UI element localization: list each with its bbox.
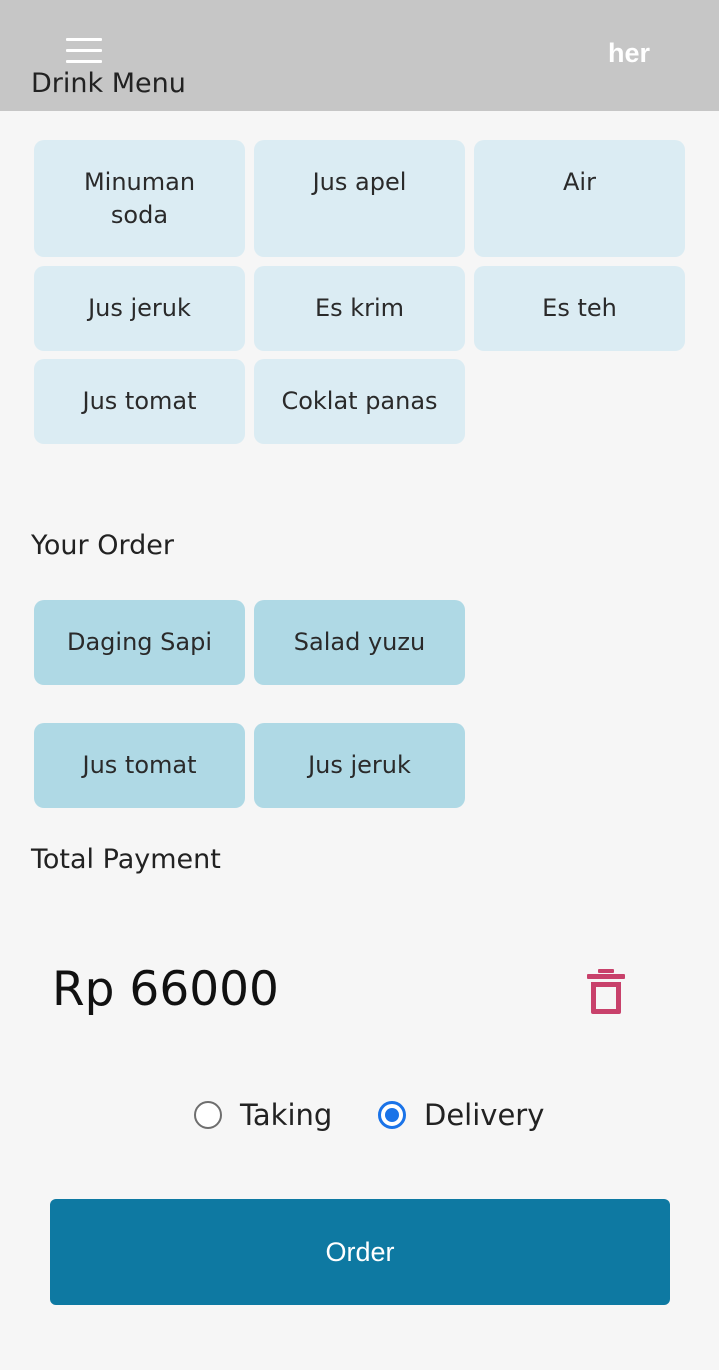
drink-item-minuman-soda[interactable]: Minuman soda [34,140,245,257]
drink-item-air[interactable]: Air [474,140,685,257]
drink-item-label: Es teh [542,294,617,322]
radio-taking-label: Taking [240,1098,333,1132]
drink-item-label: Jus tomat [82,387,197,415]
total-amount: Rp 66000 [52,962,279,1017]
drink-item-jus-tomat[interactable]: Jus tomat [34,359,245,444]
page-title: Drink Menu [31,68,186,99]
drink-item-es-krim[interactable]: Es krim [254,266,465,351]
order-item-salad-yuzu[interactable]: Salad yuzu [254,600,465,685]
trash-icon[interactable] [586,967,626,1015]
your-order-heading: Your Order [31,530,174,561]
drink-item-label: Coklat panas [281,387,438,415]
drink-item-jus-jeruk[interactable]: Jus jeruk [34,266,245,351]
order-button[interactable]: Order [50,1199,670,1305]
drink-item-label: Jus jeruk [88,294,191,322]
drink-item-label: Air [563,168,596,196]
order-item-jus-tomat[interactable]: Jus tomat [34,723,245,808]
drink-item-label: Minuman soda [83,168,196,229]
drink-item-jus-apel[interactable]: Jus apel [254,140,465,257]
radio-taking[interactable]: Taking [194,1098,332,1132]
radio-delivery-label: Delivery [424,1098,545,1132]
hamburger-menu-icon[interactable] [66,38,102,64]
radio-delivery-circle[interactable] [378,1101,406,1129]
brand-logo: her [608,38,651,68]
drink-item-label: Es krim [314,294,405,322]
order-item-jus-jeruk[interactable]: Jus jeruk [254,723,465,808]
total-payment-heading: Total Payment [31,844,221,875]
drink-item-es-teh[interactable]: Es teh [474,266,685,351]
order-item-label: Jus tomat [82,751,197,779]
radio-taking-circle[interactable] [194,1101,222,1129]
app-header: Drink Menu her [0,0,719,111]
radio-delivery[interactable]: Delivery [378,1098,544,1132]
order-item-label: Jus jeruk [308,751,411,779]
order-item-label: Salad yuzu [293,628,426,656]
drink-item-label: Jus apel [312,168,407,196]
order-item-daging-sapi[interactable]: Daging Sapi [34,600,245,685]
order-item-label: Daging Sapi [66,628,212,656]
drink-item-coklat-panas[interactable]: Coklat panas [254,359,465,444]
